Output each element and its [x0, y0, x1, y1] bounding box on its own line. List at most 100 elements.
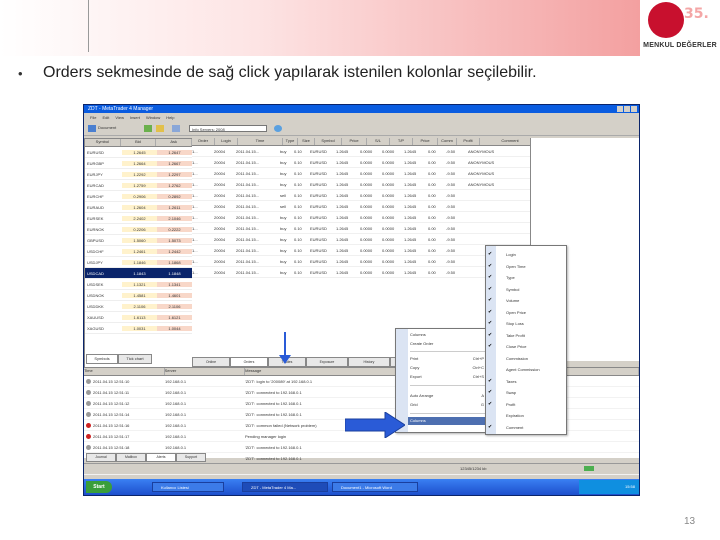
mw-col-symbol[interactable]: Symbol	[85, 139, 121, 146]
orders-col-header[interactable]: Login	[215, 138, 238, 145]
mw-col-ask[interactable]: Ask	[156, 139, 193, 146]
column-option-volume[interactable]: Volume	[506, 296, 519, 305]
column-option-take-profit[interactable]: Take Profit	[506, 331, 525, 340]
market-watch-row[interactable]: EURUSD 1.2645 1.2647	[85, 147, 192, 158]
context-item-auto-arrange[interactable]: Auto Arrange	[410, 392, 433, 400]
orders-col-header[interactable]: Comm	[438, 138, 457, 145]
column-option-agent-commission[interactable]: Agent Commission	[506, 365, 540, 374]
orders-col-header[interactable]: S/L	[367, 138, 390, 145]
task-metatrader[interactable]: ZDT - MetaTrader 4 Ma...	[242, 482, 328, 492]
market-watch-row[interactable]: GBPUSD 1.5060 1.5073	[85, 235, 192, 246]
market-watch-row[interactable]: USDDKK 2.1106 2.1106	[85, 301, 192, 312]
column-option-profit[interactable]: Profit	[506, 400, 515, 409]
order-cell: 1.2645	[404, 170, 417, 176]
mw-col-bid[interactable]: Bid	[121, 139, 157, 146]
context-item-columns[interactable]: Columns	[410, 331, 426, 339]
column-option-open-price[interactable]: Open Price	[506, 308, 526, 317]
tab-symbols[interactable]: Symbols	[86, 354, 118, 364]
tab-online[interactable]: Online	[192, 357, 230, 367]
orders-col-header[interactable]: Size	[298, 138, 315, 145]
order-cell: 1.2645	[404, 247, 417, 253]
orders-col-header[interactable]: Time	[238, 138, 283, 145]
column-option-commission[interactable]: Commission	[506, 354, 528, 363]
market-watch-row[interactable]: EURSEK 2.2402 2.1046	[85, 213, 192, 224]
window-icon[interactable]	[172, 125, 180, 132]
window-titlebar: ZDT - MetaTrader 4 Manager	[84, 105, 639, 113]
column-option-close-price[interactable]: Close Price	[506, 342, 526, 351]
context-item-create-order[interactable]: Create Order	[410, 340, 433, 348]
column-option-type[interactable]: Type	[506, 273, 515, 282]
close-button[interactable]	[631, 106, 637, 112]
context-item-copy[interactable]: Copy	[410, 364, 419, 372]
folder-icon[interactable]	[156, 125, 164, 132]
context-item-grid[interactable]: Grid	[410, 401, 418, 409]
market-watch-row[interactable]: EURNOK 0.2206 0.2222	[85, 224, 192, 235]
market-watch-row[interactable]: EURAUD 1.2604 1.2611	[85, 202, 192, 213]
column-option-stop-loss[interactable]: Stop Loss	[506, 319, 524, 328]
refresh-icon[interactable]	[144, 125, 152, 132]
tab-journal[interactable]: Journal	[86, 453, 116, 462]
orders-col-header[interactable]: Profit	[457, 138, 480, 145]
market-watch-row[interactable]: USDNOK 1.4581 1.4601	[85, 290, 192, 301]
market-watch-row[interactable]: USDSEK 1.1321 1.1341	[85, 279, 192, 290]
maximize-button[interactable]	[624, 106, 630, 112]
columns-arrow-icon	[345, 412, 405, 438]
new-document-icon[interactable]	[88, 125, 96, 132]
menu-edit[interactable]: Edit	[102, 115, 109, 120]
task-user-list[interactable]: Kullanıcı Listesi	[152, 482, 224, 492]
column-option-symbol[interactable]: Symbol	[506, 285, 519, 294]
column-option-swap[interactable]: Swap	[506, 388, 516, 397]
market-watch-row[interactable]: USDCAD 1.1843 1.1848	[85, 268, 192, 279]
market-watch-row[interactable]: EURGBP 1.2664 1.2667	[85, 158, 192, 169]
journal-time: 2011.04.15 12:51:18	[93, 444, 130, 450]
journal-col-header[interactable]: Time	[84, 368, 165, 375]
market-watch-row[interactable]: USDJPY 1.1846 1.1868	[85, 257, 192, 268]
menu-help[interactable]: Help	[166, 115, 174, 120]
tab-support[interactable]: Support	[176, 453, 206, 462]
market-watch-row[interactable]: XAUUSD 1.6113 1.6121	[85, 312, 192, 323]
tab-tick-chart[interactable]: Tick chart	[118, 354, 152, 364]
column-option-expiration[interactable]: Expiration	[506, 411, 524, 420]
start-button[interactable]: Start	[86, 481, 112, 493]
journal-col-header[interactable]: Server	[165, 368, 246, 375]
market-watch-row[interactable]: USDCHF 1.2461 1.2442	[85, 246, 192, 257]
journal-row[interactable]: 2011.04.15 12:51:18 192.168.0.1 'ZDT': con…	[84, 442, 639, 453]
context-item-export[interactable]: Export	[410, 373, 422, 381]
column-option-login[interactable]: Login	[506, 250, 516, 259]
orders-col-header[interactable]: Order	[192, 138, 215, 145]
task-word-document[interactable]: Document1 - Microsoft Word	[332, 482, 418, 492]
market-watch-row[interactable]: EURCHF 0.2906 0.2892	[85, 191, 192, 202]
context-item-columns[interactable]: Columns	[408, 417, 488, 425]
tab-history[interactable]: History	[348, 357, 390, 367]
menu-view[interactable]: View	[115, 115, 124, 120]
column-option-taxes[interactable]: Taxes	[506, 377, 516, 386]
tab-mailbox[interactable]: Mailbox	[116, 453, 146, 462]
connect-icon[interactable]	[274, 125, 282, 132]
context-item-print[interactable]: Print	[410, 355, 418, 363]
market-watch-row[interactable]: EURCAD 1.2759 1.2762	[85, 180, 192, 191]
market-watch-row[interactable]: EURJPY 1.2292 1.2297	[85, 169, 192, 180]
order-cell: 20004	[214, 170, 226, 176]
tab-exposure[interactable]: Exposure	[306, 357, 348, 367]
orders-col-header[interactable]: Price	[413, 138, 438, 145]
order-cell: -9.50	[446, 225, 456, 231]
minimize-button[interactable]	[617, 106, 623, 112]
new-document-label[interactable]: Document	[98, 125, 116, 130]
tab-orders[interactable]: Orders	[230, 357, 268, 367]
order-cell: 0.00	[428, 181, 436, 187]
ask-price: 1.1341	[157, 281, 192, 287]
server-select[interactable]: Info Servers: 2008	[189, 125, 267, 132]
menu-file[interactable]: File	[90, 115, 96, 120]
column-option-open-time[interactable]: Open Time	[506, 262, 526, 271]
order-cell: 0.0000	[360, 148, 373, 154]
orders-col-header[interactable]: T/P	[390, 138, 413, 145]
menu-insert[interactable]: Insert	[130, 115, 140, 120]
orders-col-header[interactable]: Type	[283, 138, 298, 145]
menu-window[interactable]: Window	[146, 115, 160, 120]
tab-alerts[interactable]: Alerts	[146, 453, 176, 462]
ask-price: 1.2762	[157, 182, 192, 188]
orders-col-header[interactable]: Symbol	[315, 138, 342, 145]
market-watch-row[interactable]: XAGUSD 1.0031 1.0044	[85, 323, 192, 334]
column-option-comment[interactable]: Comment	[506, 423, 523, 432]
orders-col-header[interactable]: Price	[342, 138, 367, 145]
